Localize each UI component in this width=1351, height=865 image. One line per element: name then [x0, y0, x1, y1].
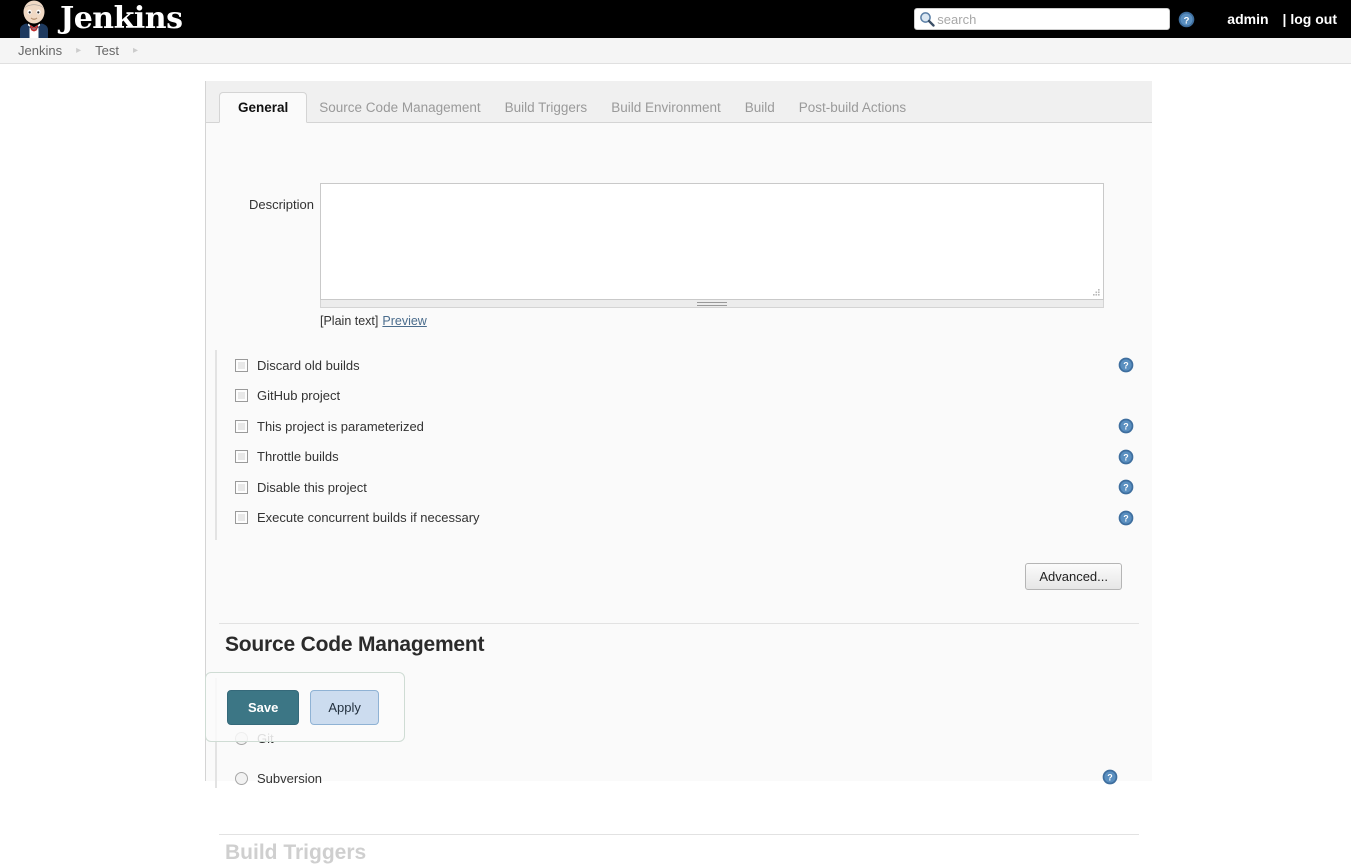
search-box[interactable]	[914, 8, 1171, 30]
section-divider	[219, 834, 1139, 835]
breadcrumb-item-test[interactable]: Test	[95, 43, 119, 58]
floating-action-bar: Save Apply	[205, 672, 405, 742]
this-project-is-parameterized-checkbox[interactable]	[235, 419, 248, 433]
svg-text:?: ?	[1123, 361, 1128, 371]
svg-text:?: ?	[1123, 513, 1128, 523]
discard-old-builds-checkbox[interactable]	[235, 358, 248, 372]
apply-button[interactable]: Apply	[310, 689, 379, 725]
tab-general[interactable]: General	[219, 92, 308, 123]
checkbox-row-this-project-is-parameterized[interactable]: This project is parameterized ?	[217, 411, 1161, 442]
markup-type-row: [Plain text] Preview	[320, 314, 427, 328]
user-name-link[interactable]: admin	[1227, 11, 1268, 27]
top-header: Jenkins ? admin | log out	[0, 0, 1351, 38]
markup-type-label: [Plain text]	[320, 314, 379, 328]
breadcrumb: Jenkins ▸ Test ▸	[0, 38, 1351, 64]
search-icon	[919, 11, 935, 27]
breadcrumb-item-jenkins[interactable]: Jenkins	[18, 43, 62, 58]
tab-build[interactable]: Build	[733, 93, 787, 123]
tab-build-triggers[interactable]: Build Triggers	[493, 93, 600, 123]
general-options-group: Discard old builds ? GitHub project This…	[215, 350, 1161, 540]
help-circle-icon[interactable]: ?	[1118, 357, 1134, 373]
save-button[interactable]: Save	[227, 689, 300, 725]
scm-subversion-radio[interactable]	[235, 771, 248, 785]
textarea-resize-bar[interactable]	[320, 300, 1104, 308]
help-circle-icon[interactable]: ?	[1178, 11, 1195, 28]
svg-text:?: ?	[1107, 773, 1112, 783]
next-section-heading: Build Triggers	[225, 841, 367, 864]
disable-this-project-label: Disable this project	[257, 479, 367, 495]
tab-build-environment[interactable]: Build Environment	[599, 93, 733, 123]
scm-subversion-label: Subversion	[257, 770, 323, 786]
svg-text:?: ?	[1184, 15, 1190, 26]
checkbox-row-github-project[interactable]: GitHub project	[217, 381, 1161, 412]
checkbox-row-discard-old-builds[interactable]: Discard old builds ?	[217, 350, 1161, 381]
discard-old-builds-label: Discard old builds	[257, 357, 360, 373]
description-input[interactable]	[320, 183, 1104, 300]
log-out-link[interactable]: | log out	[1283, 11, 1337, 27]
description-label: Description	[248, 197, 314, 212]
tab-source-code-management[interactable]: Source Code Management	[307, 93, 492, 123]
section-divider	[219, 623, 1139, 624]
chevron-right-icon: ▸	[132, 44, 138, 56]
svg-text:?: ?	[1123, 483, 1128, 493]
preview-link[interactable]: Preview	[382, 314, 426, 328]
this-project-is-parameterized-label: This project is parameterized	[257, 418, 424, 434]
throttle-builds-label: Throttle builds	[257, 449, 339, 465]
execute-concurrent-builds-label: Execute concurrent builds if necessary	[257, 510, 480, 526]
search-input[interactable]	[935, 10, 1164, 28]
scm-section-heading: Source Code Management	[225, 633, 485, 656]
jenkins-logo[interactable]: Jenkins	[14, 0, 183, 38]
tab-post-build-actions[interactable]: Post-build Actions	[787, 93, 918, 123]
help-circle-icon[interactable]: ?	[1102, 769, 1118, 785]
header-right-group: ? admin | log out	[914, 0, 1351, 38]
help-circle-icon[interactable]: ?	[1118, 510, 1134, 526]
jenkins-butler-icon	[14, 0, 54, 38]
github-project-label: GitHub project	[257, 388, 341, 404]
help-circle-icon[interactable]: ?	[1118, 479, 1134, 495]
github-project-checkbox[interactable]	[235, 389, 248, 403]
svg-text:?: ?	[1123, 422, 1128, 432]
brand-name: Jenkins	[60, 1, 183, 36]
radio-row-subversion[interactable]: Subversion ?	[217, 758, 1145, 798]
checkbox-row-throttle-builds[interactable]: Throttle builds ?	[217, 442, 1161, 473]
checkbox-row-disable-this-project[interactable]: Disable this project ?	[217, 472, 1161, 503]
config-tab-bar: General Source Code Management Build Tri…	[206, 81, 1152, 123]
chevron-right-icon: ▸	[76, 44, 82, 56]
disable-this-project-checkbox[interactable]	[235, 480, 248, 494]
description-field-wrap	[320, 183, 1104, 308]
svg-text:?: ?	[1123, 452, 1128, 462]
execute-concurrent-builds-checkbox[interactable]	[235, 511, 248, 525]
throttle-builds-checkbox[interactable]	[235, 450, 248, 464]
help-circle-icon[interactable]: ?	[1118, 449, 1134, 465]
advanced-button[interactable]: Advanced...	[1025, 563, 1122, 590]
drag-handle-icon	[697, 301, 727, 306]
checkbox-row-execute-concurrent-builds[interactable]: Execute concurrent builds if necessary ?	[217, 503, 1161, 534]
help-circle-icon[interactable]: ?	[1118, 418, 1134, 434]
